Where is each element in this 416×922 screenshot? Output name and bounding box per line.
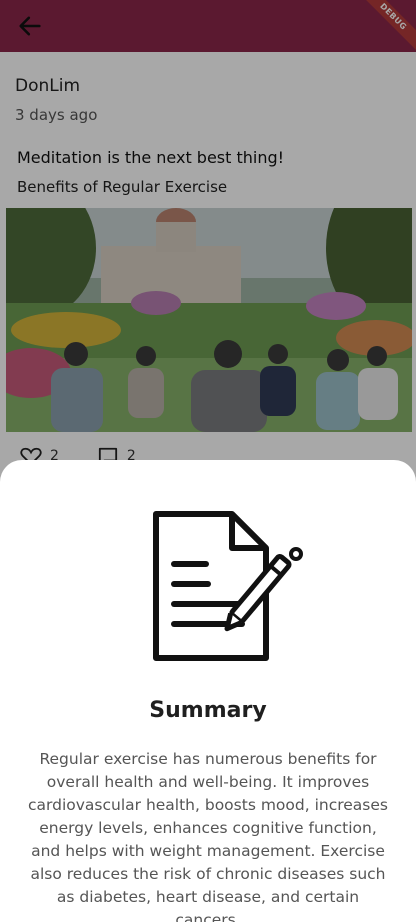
summary-title: Summary (149, 698, 267, 723)
summary-bottom-sheet: Summary Regular exercise has numerous be… (0, 460, 416, 922)
document-pen-icon (153, 511, 303, 661)
summary-text: Regular exercise has numerous benefits f… (28, 750, 388, 922)
